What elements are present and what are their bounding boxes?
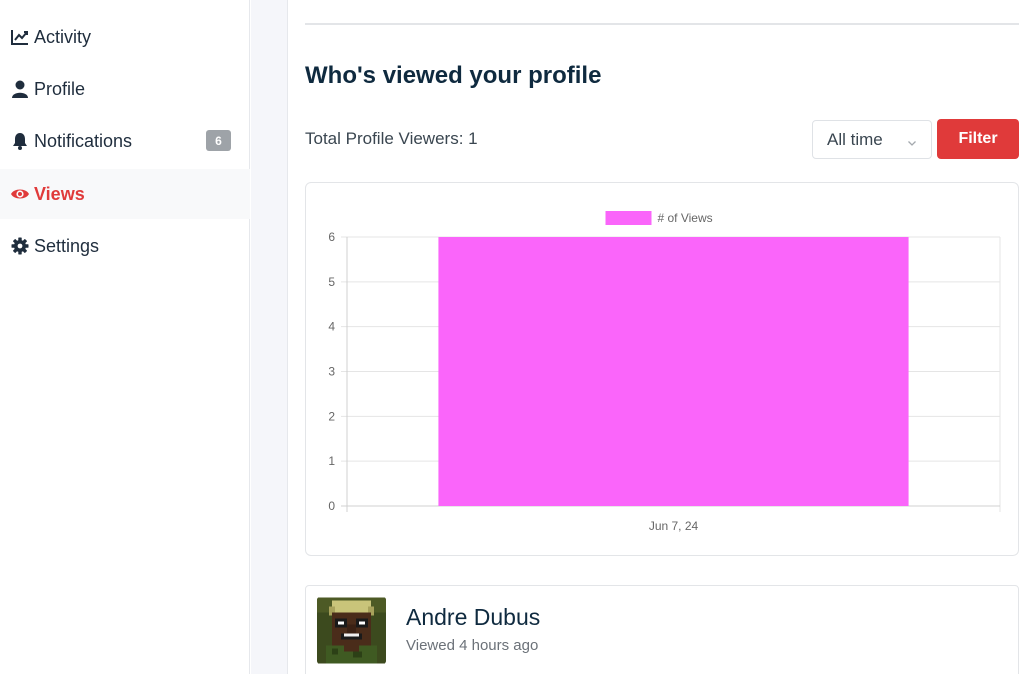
sidebar-item-activity[interactable]: Activity: [0, 12, 250, 62]
sidebar-item-profile[interactable]: Profile: [0, 64, 250, 114]
sidebar-item-label: Profile: [34, 78, 86, 99]
sidebar-item-settings[interactable]: Settings: [0, 221, 250, 271]
y-tick-label: 6: [328, 230, 335, 244]
bar: [438, 237, 909, 506]
views-bar-chart: 0 1 2 3 4 5 6 Jun 7, 24 # of Views: [328, 211, 1001, 533]
sidebar-item-label: Settings: [34, 235, 100, 256]
x-tick-label: Jun 7, 24: [649, 519, 699, 533]
divider: [305, 23, 1019, 25]
y-tick-label: 3: [328, 365, 335, 379]
legend-swatch: [605, 211, 652, 225]
sidebar-gutter: [251, 0, 288, 674]
time-range-select[interactable]: All time: [812, 120, 932, 159]
chevron-down-icon: [907, 133, 917, 153]
viewer-time: Viewed 4 hours ago: [406, 637, 539, 654]
viewer-name[interactable]: Andre Dubus: [406, 604, 540, 631]
notification-count-badge: 6: [206, 130, 231, 151]
y-tick-label: 5: [328, 275, 335, 289]
page-title: Who's viewed your profile: [305, 62, 602, 89]
views-chart-card: 0 1 2 3 4 5 6 Jun 7, 24 # of Views: [305, 182, 1019, 556]
user-icon: [10, 79, 30, 99]
sidebar: Activity Profile Notifications 6 Views S…: [0, 0, 250, 674]
y-tick-label: 1: [328, 454, 335, 468]
legend-label: # of Views: [658, 211, 713, 225]
y-tick-label: 0: [328, 499, 335, 513]
viewer-list-item[interactable]: Andre Dubus Viewed 4 hours ago: [305, 585, 1019, 674]
total-viewers-text: Total Profile Viewers: 1: [305, 129, 478, 148]
sidebar-item-notifications[interactable]: Notifications 6: [0, 116, 250, 166]
y-tick-label: 2: [328, 409, 335, 423]
sidebar-item-views[interactable]: Views: [0, 169, 250, 219]
filter-button[interactable]: Filter: [937, 119, 1019, 159]
y-tick-label: 4: [328, 320, 335, 334]
eye-icon: [10, 184, 30, 204]
gear-icon: [10, 236, 30, 256]
avatar[interactable]: [317, 597, 386, 664]
sidebar-item-label: Notifications: [34, 130, 133, 151]
bell-icon: [10, 131, 30, 151]
main-content: Who's viewed your profile Total Profile …: [289, 0, 1032, 674]
sidebar-item-label: Views: [34, 183, 85, 204]
sidebar-item-label: Activity: [34, 26, 92, 47]
time-range-value: All time: [827, 129, 883, 149]
chart-line-icon: [10, 27, 30, 47]
